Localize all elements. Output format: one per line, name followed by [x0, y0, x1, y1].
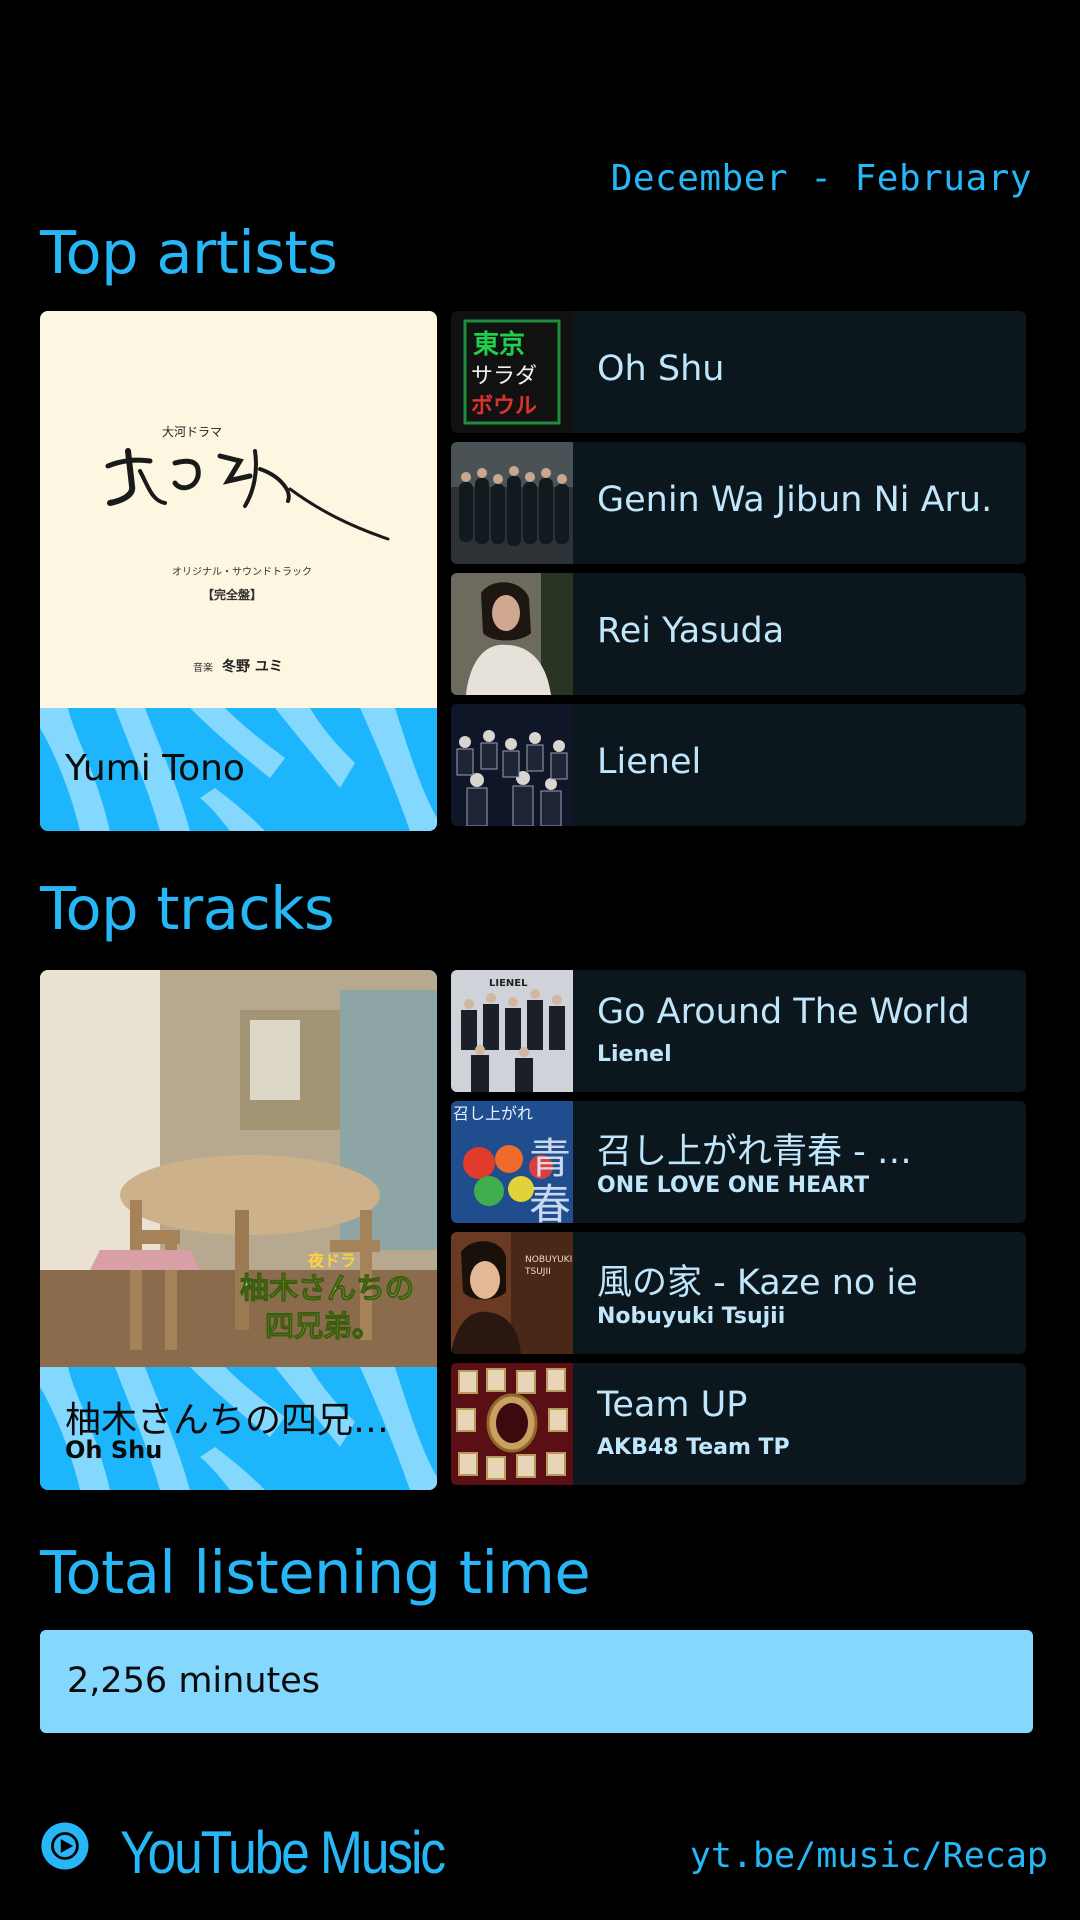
artist-name: Rei Yasuda [597, 611, 785, 651]
track-artist: ONE LOVE ONE HEART [597, 1173, 870, 1198]
track-title: 召し上がれ青春 - … [597, 1132, 912, 1172]
track-artist: Lienel [597, 1042, 672, 1067]
track-thumb-billiard: 召し上がれ 青 春 [451, 1101, 573, 1223]
album-cover-hikaru-kimi-e: 大河ドラマ オリジナル・サウンドトラック 【完全盤】 音楽 冬野 ユミ [40, 311, 437, 708]
artist-thumb-tokyo-salad-bowl: 東京 サラダ ボウル [451, 311, 573, 433]
featured-track-card[interactable]: 夜ドラ 柚木さんちの 四兄弟。 柚木さんちの四兄… Oh Shu [40, 970, 437, 1490]
featured-track-artist: Oh Shu [65, 1436, 163, 1464]
youtube-music-logo-icon [41, 1822, 89, 1870]
cover-credit-name: 冬野 ユミ [222, 658, 283, 675]
cover-line2: 【完全盤】 [202, 587, 262, 602]
track-title: Team UP [597, 1385, 748, 1425]
artist-item-3[interactable]: Rei Yasuda [451, 573, 1026, 695]
cover-line1: 柚木さんちの [240, 1271, 414, 1305]
artist-name: Oh Shu [597, 349, 725, 389]
svg-text:東京: 東京 [473, 329, 525, 360]
track-item-2[interactable]: 召し上がれ 青 春 召し上がれ青春 - … ONE LOVE ONE HEART [451, 1101, 1026, 1223]
track-item-4[interactable]: Team UP AKB48 Team TP [451, 1363, 1026, 1485]
total-time-heading: Total listening time [40, 1538, 591, 1607]
svg-text:TSUJII: TSUJII [524, 1267, 551, 1277]
brand-wordmark: YouTube Music [120, 1819, 446, 1886]
svg-text:召し上がれ: 召し上がれ [453, 1104, 533, 1123]
cover-line1: オリジナル・サウンドトラック [172, 566, 312, 578]
track-title: 風の家 - Kaze no ie [597, 1263, 918, 1303]
top-tracks-heading: Top tracks [40, 874, 335, 943]
artist-item-2[interactable]: Genin Wa Jibun Ni Aru. [451, 442, 1026, 564]
svg-text:LIENEL: LIENEL [489, 978, 528, 989]
artist-name: Lienel [597, 742, 702, 782]
cover-credit-label: 音楽 [193, 661, 213, 674]
artist-item-4[interactable]: Lienel [451, 704, 1026, 826]
svg-text:NOBUYUKI: NOBUYUKI [525, 1255, 572, 1265]
cover-small-top: 大河ドラマ [162, 425, 222, 439]
total-time-value: 2,256 minutes [67, 1661, 320, 1701]
period-label: December - February [610, 158, 1032, 199]
artist-name: Genin Wa Jibun Ni Aru. [597, 480, 993, 520]
svg-text:春: 春 [529, 1180, 571, 1223]
track-thumb-pianist: NOBUYUKI TSUJII [451, 1232, 573, 1354]
track-item-3[interactable]: NOBUYUKI TSUJII 風の家 - Kaze no ie Nobuyuk… [451, 1232, 1026, 1354]
artist-thumb-group-dark [451, 442, 573, 564]
featured-artist-name: Yumi Tono [65, 748, 245, 789]
svg-text:青: 青 [529, 1134, 571, 1183]
track-thumb-lienel: LIENEL [451, 970, 573, 1092]
total-time-box: 2,256 minutes [40, 1630, 1033, 1733]
recap-link[interactable]: yt.be/music/Recap [690, 1836, 1048, 1876]
svg-text:サラダ: サラダ [471, 364, 537, 389]
album-cover-yuzuki-san-chi: 夜ドラ 柚木さんちの 四兄弟。 [40, 970, 437, 1367]
svg-text:ボウル: ボウル [471, 394, 537, 419]
artist-item-1[interactable]: 東京 サラダ ボウル Oh Shu [451, 311, 1026, 433]
artist-thumb-group-suits [451, 704, 573, 826]
cover-tag: 夜ドラ [307, 1251, 356, 1270]
artist-thumb-portrait [451, 573, 573, 695]
featured-artist-card[interactable]: 大河ドラマ オリジナル・サウンドトラック 【完全盤】 音楽 冬野 ユミ Yumi… [40, 311, 437, 831]
track-item-1[interactable]: LIENEL Go Around The World Lienel [451, 970, 1026, 1092]
track-thumb-frames [451, 1363, 573, 1485]
top-artists-heading: Top artists [40, 218, 338, 287]
cover-line2: 四兄弟。 [265, 1309, 381, 1343]
track-title: Go Around The World [597, 992, 970, 1032]
track-artist: AKB48 Team TP [597, 1435, 790, 1460]
track-artist: Nobuyuki Tsujii [597, 1304, 786, 1329]
